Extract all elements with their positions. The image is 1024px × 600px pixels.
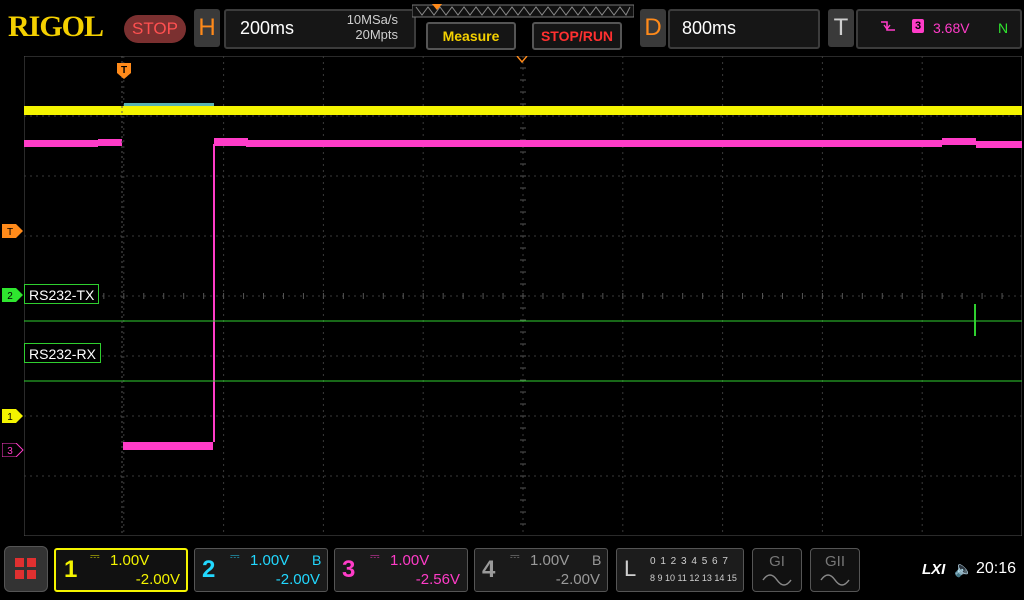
trigger-key[interactable]: T [828,9,854,47]
ch4-number: 4 [482,556,496,583]
ch2-offset-marker[interactable]: 2 [2,288,24,302]
lxi-logo: LXI [922,561,946,578]
measure-button[interactable]: Measure [426,22,516,50]
trigger-mode: N [998,20,1009,36]
falling-edge-icon [880,19,896,36]
timebase-value: 200ms [240,18,295,38]
trigger-level: 3.68V [933,20,970,36]
trigger-level-marker[interactable]: T [2,224,24,238]
logic-key: L [624,556,637,581]
trigger-source-badge: 3 [912,19,924,33]
ch1-offset-marker[interactable]: 1 [2,409,24,423]
run-state-button[interactable]: STOP [124,15,186,43]
waveform-overview [412,4,634,18]
grid-menu-icon [15,558,36,579]
ch3-offset: -2.56V [415,571,460,588]
ch2-number: 2 [202,556,216,583]
ch3-number: 3 [342,556,356,583]
dc-coupling-icon: ⎓ [510,549,520,563]
ch4-offset: -2.00V [555,571,600,588]
svg-text:T: T [121,65,127,76]
ch3-offset-marker[interactable]: 3 [2,443,24,457]
clock: 20:16 [976,560,1017,577]
ch1-offset: -2.00V [135,571,180,588]
logic-channels-high: 8 9 10 11 12 13 14 15 [650,573,737,583]
generator-1-label: GI [769,553,785,570]
svg-text:2: 2 [7,291,13,302]
svg-text:T: T [7,227,13,238]
generator-2-button[interactable]: GII [810,548,860,592]
menu-button[interactable] [4,546,48,592]
delay-value: 800ms [682,18,737,38]
ch2-offset: -2.00V [275,571,320,588]
ch2-scale: 1.00V [250,552,290,569]
center-marker-icon [516,56,528,64]
generator-1-button[interactable]: GI [752,548,802,592]
sample-rate: 10MSa/s [346,12,398,27]
generator-2-label: GII [824,553,845,570]
ch1-trace-glitch [124,103,214,106]
speaker-icon[interactable]: 🔈 [954,560,973,578]
dc-coupling-icon: ⎓ [90,549,100,563]
svg-text:1: 1 [7,412,13,423]
sine-wave-icon [820,574,850,586]
ch4-bandwidth-limit: B [592,552,602,568]
horizontal-key[interactable]: H [194,9,220,47]
stop-run-button[interactable]: STOP/RUN [532,22,622,50]
dc-coupling-icon: ⎓ [230,549,240,563]
delay-key[interactable]: D [640,9,666,47]
ch3-scale: 1.00V [390,552,430,569]
ch1-number: 1 [64,556,78,583]
rigol-logo: RIGOL [8,10,104,43]
svg-text:3: 3 [7,446,13,457]
ch1-scale: 1.00V [110,552,150,569]
trigger-position-icon[interactable]: T [116,62,132,80]
ch2-bandwidth-limit: B [312,552,322,568]
ch4-scale: 1.00V [530,552,570,569]
logic-channels-low: 0 1 2 3 4 5 6 7 [650,556,729,567]
memory-depth: 20Mpts [355,27,398,42]
rs232-rx-label[interactable]: RS232-RX [24,343,101,363]
sine-wave-icon [762,574,792,586]
rs232-tx-label[interactable]: RS232-TX [24,284,100,304]
dc-coupling-icon: ⎓ [370,549,380,563]
waveform-grid[interactable] [24,56,1022,536]
ch1-trace [24,106,1022,115]
